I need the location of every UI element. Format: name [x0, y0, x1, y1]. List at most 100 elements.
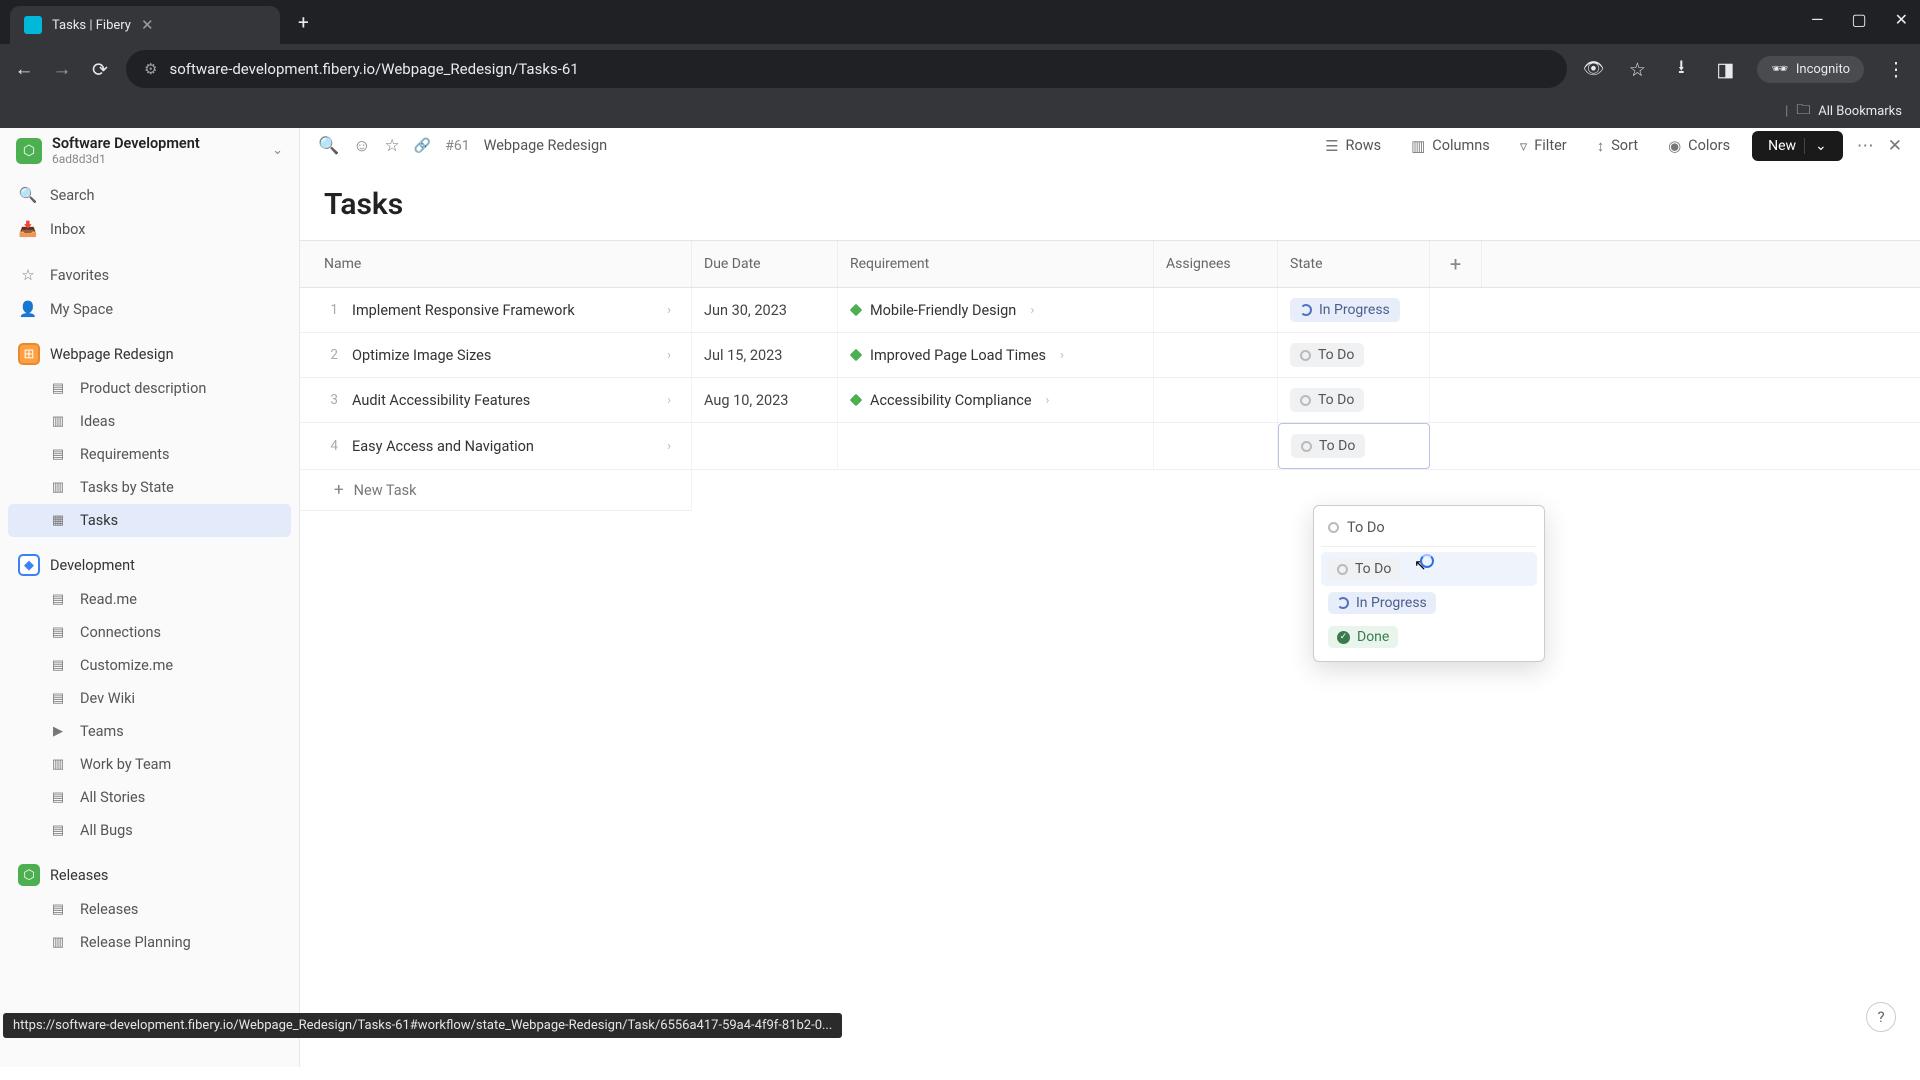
cell-assignees[interactable] — [1154, 288, 1278, 332]
cell-assignees[interactable] — [1154, 333, 1278, 377]
reload-button[interactable]: ⟳ — [88, 58, 112, 81]
bookmark-star-icon[interactable]: ☆ — [1625, 58, 1649, 81]
chevron-right-icon[interactable]: › — [1046, 393, 1050, 408]
sidebar-inbox[interactable]: 📥Inbox — [8, 212, 291, 246]
cell-due[interactable]: Aug 10, 2023 — [692, 378, 838, 422]
add-column-button[interactable]: + — [1430, 241, 1482, 287]
cell-due[interactable]: Jul 15, 2023 — [692, 333, 838, 377]
state-badge[interactable]: To Do — [1290, 388, 1364, 412]
sidebar-ideas[interactable]: ▥Ideas — [8, 405, 291, 438]
new-button[interactable]: New⌄ — [1752, 131, 1843, 161]
minimize-icon[interactable]: ― — [1811, 10, 1824, 29]
col-state[interactable]: State — [1278, 241, 1430, 287]
state-badge[interactable]: To Do — [1291, 434, 1365, 458]
sidebar-connections[interactable]: ▤Connections — [8, 616, 291, 649]
eye-off-icon[interactable]: 👁 — [1581, 59, 1605, 79]
cell-state[interactable]: In Progress — [1278, 288, 1430, 332]
sidebar-requirements[interactable]: ▤Requirements — [8, 438, 291, 471]
cell-due[interactable] — [692, 423, 838, 469]
state-badge[interactable]: In Progress — [1290, 298, 1400, 322]
url-bar[interactable]: ⚙ software-development.fibery.io/Webpage… — [126, 50, 1567, 88]
cell-requirement[interactable]: Mobile-Friendly Design› — [838, 288, 1154, 332]
chevron-right-icon[interactable]: › — [1030, 303, 1034, 318]
space-header-releases[interactable]: ⬡ Releases — [8, 857, 291, 893]
breadcrumb-title[interactable]: Webpage Redesign — [484, 137, 608, 154]
close-window-icon[interactable]: ✕ — [1895, 10, 1908, 29]
browser-tab[interactable]: Tasks | Fibery ✕ — [10, 6, 280, 44]
more-icon[interactable]: ⋯ — [1857, 136, 1874, 156]
sidebar-teams[interactable]: ▶Teams — [8, 715, 291, 748]
colors-button[interactable]: ◉Colors — [1660, 132, 1738, 160]
cell-name[interactable]: 2Optimize Image Sizes› — [300, 333, 692, 377]
maximize-icon[interactable]: ▢ — [1851, 10, 1866, 29]
download-icon[interactable]: ⭳ — [1669, 53, 1693, 85]
space-header-webpage[interactable]: ⊞ Webpage Redesign — [8, 336, 291, 372]
cell-name[interactable]: 4Easy Access and Navigation› — [300, 423, 692, 469]
site-settings-icon[interactable]: ⚙ — [144, 60, 157, 78]
sort-button[interactable]: ↕Sort — [1589, 132, 1646, 160]
sidebar-customize[interactable]: ▤Customize.me — [8, 649, 291, 682]
expand-icon[interactable]: › — [659, 303, 679, 318]
back-button[interactable]: ← — [12, 57, 36, 81]
table-row[interactable]: 2Optimize Image Sizes›Jul 15, 2023Improv… — [300, 333, 1920, 378]
rows-button[interactable]: ☰Rows — [1317, 132, 1389, 160]
state-option-progress[interactable]: In Progress — [1321, 586, 1537, 620]
emoji-icon[interactable]: ☺ — [353, 136, 370, 156]
sidebar-tasks-by-state[interactable]: ▥Tasks by State — [8, 471, 291, 504]
sidebar-tasks[interactable]: ▦Tasks — [8, 504, 291, 537]
state-option-done[interactable]: ✓Done — [1321, 620, 1537, 654]
chevron-right-icon[interactable]: › — [1060, 348, 1064, 363]
cell-state[interactable]: To Do — [1278, 423, 1430, 469]
expand-icon[interactable]: › — [659, 439, 679, 454]
col-name[interactable]: Name — [300, 241, 692, 287]
sidebar-all-bugs[interactable]: ▤All Bugs — [8, 814, 291, 847]
cell-state[interactable]: To Do — [1278, 378, 1430, 422]
cell-requirement[interactable] — [838, 423, 1154, 469]
sidebar-releases-item[interactable]: ▤Releases — [8, 893, 291, 926]
new-task-button[interactable]: + New Task — [300, 470, 692, 511]
sidebar-search[interactable]: 🔍Search — [8, 178, 291, 212]
cell-state[interactable]: To Do — [1278, 333, 1430, 377]
sidebar-work-by-team[interactable]: ▥Work by Team — [8, 748, 291, 781]
sidebar-favorites[interactable]: ☆Favorites — [8, 258, 291, 292]
chevron-down-icon[interactable]: ⌄ — [1804, 138, 1827, 154]
cell-name[interactable]: 3Audit Accessibility Features› — [300, 378, 692, 422]
help-button[interactable]: ? — [1866, 1002, 1896, 1032]
search-icon[interactable]: 🔍 — [318, 136, 339, 156]
close-tab-icon[interactable]: ✕ — [141, 16, 154, 34]
star-icon[interactable]: ☆ — [385, 136, 400, 156]
cell-due[interactable]: Jun 30, 2023 — [692, 288, 838, 332]
columns-button[interactable]: ▥Columns — [1403, 132, 1498, 160]
table-row[interactable]: 4Easy Access and Navigation› To Do — [300, 423, 1920, 470]
filter-button[interactable]: ▿Filter — [1512, 132, 1575, 160]
state-search-input[interactable]: To Do — [1321, 513, 1537, 547]
space-header-development[interactable]: ◆ Development — [8, 547, 291, 583]
all-bookmarks-button[interactable]: All Bookmarks — [1818, 104, 1902, 119]
close-icon[interactable]: ✕ — [1888, 136, 1902, 156]
cell-name[interactable]: 1Implement Responsive Framework› — [300, 288, 692, 332]
sidebar-my-space[interactable]: 👤My Space — [8, 292, 291, 326]
side-panel-icon[interactable]: ◨ — [1713, 58, 1737, 81]
workspace-switcher[interactable]: ⬡ Software Development 6ad8d3d1 ⌄ — [8, 129, 291, 172]
forward-button[interactable]: → — [50, 57, 74, 81]
cell-requirement[interactable]: Improved Page Load Times› — [838, 333, 1154, 377]
sidebar-readme[interactable]: ▤Read.me — [8, 583, 291, 616]
state-badge[interactable]: To Do — [1290, 343, 1364, 367]
sidebar-all-stories[interactable]: ▤All Stories — [8, 781, 291, 814]
table-row[interactable]: 3Audit Accessibility Features›Aug 10, 20… — [300, 378, 1920, 423]
col-assignees[interactable]: Assignees — [1154, 241, 1278, 287]
incognito-badge[interactable]: 🕶 Incognito — [1757, 56, 1864, 83]
cell-requirement[interactable]: Accessibility Compliance› — [838, 378, 1154, 422]
new-tab-button[interactable]: + — [298, 11, 309, 34]
expand-icon[interactable]: › — [659, 348, 679, 363]
browser-menu-icon[interactable]: ⋮ — [1884, 58, 1908, 81]
cell-assignees[interactable] — [1154, 378, 1278, 422]
sidebar-dev-wiki[interactable]: ▤Dev Wiki — [8, 682, 291, 715]
sidebar-release-planning[interactable]: ▥Release Planning — [8, 926, 291, 959]
col-due[interactable]: Due Date — [692, 241, 838, 287]
breadcrumb-id[interactable]: #61 — [445, 138, 469, 154]
state-dropdown[interactable]: To Do To DoIn Progress✓Done — [1313, 505, 1545, 662]
col-requirement[interactable]: Requirement — [838, 241, 1154, 287]
state-option-todo[interactable]: To Do — [1321, 552, 1537, 586]
table-row[interactable]: 1Implement Responsive Framework›Jun 30, … — [300, 288, 1920, 333]
